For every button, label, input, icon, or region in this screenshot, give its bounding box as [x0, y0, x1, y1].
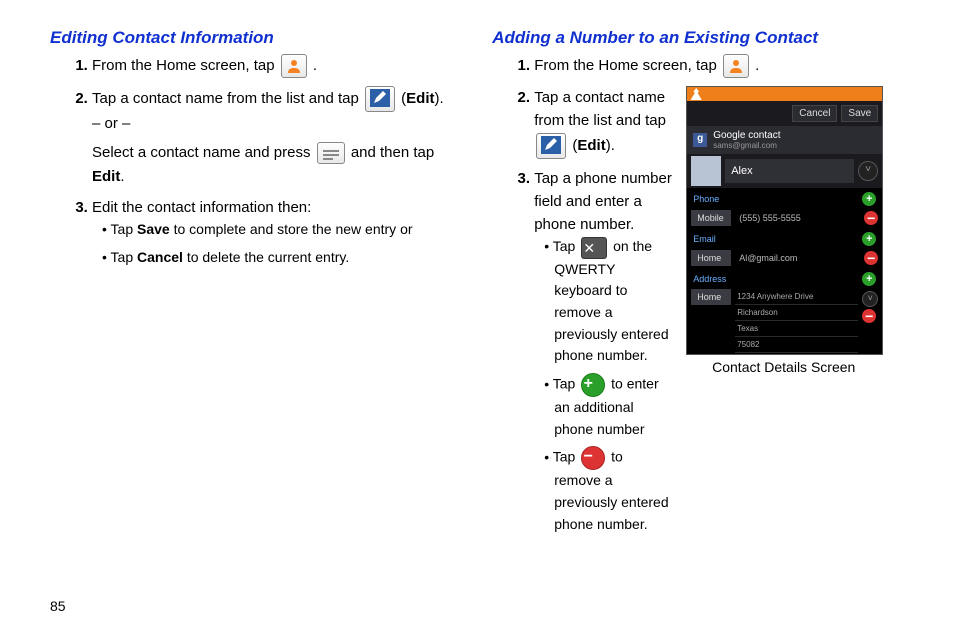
google-contact-row: g Google contact sams@gmail.com: [687, 126, 882, 154]
remove-email-icon[interactable]: −: [864, 251, 878, 265]
name-field[interactable]: Alex: [725, 159, 854, 183]
text: Tap: [111, 249, 137, 265]
google-contact-title: Google contact: [713, 130, 780, 141]
address-line-3[interactable]: Texas: [735, 321, 858, 337]
remove-phone-icon[interactable]: −: [864, 211, 878, 225]
text: on the QWERTY keyboard to remove a previ…: [554, 238, 668, 363]
bullet-save: Tap Save to complete and store the new e…: [102, 219, 452, 241]
left-step-3: Edit the contact information then: Tap S…: [92, 196, 452, 269]
heading-editing: Editing Contact Information: [50, 28, 452, 48]
email-type-button[interactable]: Home: [691, 250, 731, 266]
section-adding-number: Adding a Number to an Existing Contact F…: [492, 28, 904, 543]
text: to delete the current entry.: [183, 249, 349, 265]
text: Tap: [553, 449, 579, 465]
page-number: 85: [50, 598, 66, 614]
text: From the Home screen, tap: [92, 57, 279, 74]
address-section-label: Address: [693, 274, 726, 284]
address-line-2[interactable]: Richardson: [735, 305, 858, 321]
add-address-icon[interactable]: +: [862, 272, 876, 286]
text: Edit the contact information then:: [92, 199, 311, 216]
edit-label: Edit: [577, 137, 605, 154]
section-editing-contact: Editing Contact Information From the Hom…: [50, 28, 452, 543]
email-field[interactable]: Al@gmail.com: [735, 250, 860, 266]
plus-icon: +: [581, 373, 605, 397]
edit-label: Edit: [406, 90, 434, 107]
contacts-icon: [723, 54, 749, 78]
phone-save-button[interactable]: Save: [841, 105, 878, 122]
bullet-backspace: Tap ✕ on the QWERTY keyboard to remove a…: [544, 236, 672, 367]
contacts-icon: [281, 54, 307, 78]
text: Tap a contact name from the list and tap: [534, 89, 666, 129]
phone-screenshot: Cancel Save g Google contact sams@gmail.…: [686, 86, 881, 543]
text: .: [313, 57, 317, 74]
text: Tap a phone number field and enter a pho…: [534, 170, 672, 234]
edit-label: Edit: [92, 168, 120, 185]
address-line-1[interactable]: 1234 Anywhere Drive: [735, 289, 858, 305]
left-step-2: Tap a contact name from the list and tap…: [92, 86, 452, 188]
text: ).: [606, 137, 615, 154]
heading-adding: Adding a Number to an Existing Contact: [492, 28, 904, 48]
address-type-button[interactable]: Home: [691, 289, 731, 305]
text: and then tap: [351, 144, 434, 161]
email-section-label: Email: [693, 234, 716, 244]
phone-cancel-button[interactable]: Cancel: [792, 105, 837, 122]
bullet-plus: Tap + to enter an additional phone numbe…: [544, 373, 672, 440]
text: Select a contact name and press: [92, 144, 315, 161]
text: Tap: [553, 238, 579, 254]
google-contact-email: sams@gmail.com: [713, 141, 780, 150]
text: From the Home screen, tap: [534, 57, 721, 74]
avatar[interactable]: [691, 156, 721, 186]
phone-topbar: [687, 87, 882, 101]
menu-icon: [317, 142, 345, 164]
backspace-icon: ✕: [581, 237, 607, 259]
phone-caption: Contact Details Screen: [686, 359, 881, 375]
edit-pencil-icon: [536, 133, 566, 159]
right-step-2: Tap a contact name from the list and tap…: [534, 86, 672, 159]
phone-type-button[interactable]: Mobile: [691, 210, 731, 226]
text: Tap: [553, 376, 579, 392]
minus-icon: −: [581, 446, 605, 470]
text: Tap a contact name from the list and tap: [92, 90, 363, 107]
right-step-3: Tap a phone number field and enter a pho…: [534, 167, 672, 536]
add-phone-icon[interactable]: +: [862, 192, 876, 206]
remove-address-icon[interactable]: −: [862, 309, 876, 323]
text: .: [755, 57, 759, 74]
edit-pencil-icon: [365, 86, 395, 112]
text: to complete and store the new entry or: [170, 221, 413, 237]
right-step-1: From the Home screen, tap .: [534, 54, 904, 78]
add-email-icon[interactable]: +: [862, 232, 876, 246]
save-label: Save: [137, 221, 170, 237]
address-expand-icon[interactable]: ˅: [862, 291, 878, 307]
phone-section-label: Phone: [693, 194, 719, 204]
address-line-4[interactable]: 75082: [735, 337, 858, 353]
person-icon: [689, 88, 703, 100]
cancel-label: Cancel: [137, 249, 183, 265]
google-icon: g: [693, 133, 707, 147]
phone-number-field[interactable]: (555) 555-5555: [735, 210, 860, 226]
text: Tap: [111, 221, 137, 237]
bullet-cancel: Tap Cancel to delete the current entry.: [102, 247, 452, 269]
bullet-minus: Tap − to remove a previously entered pho…: [544, 446, 672, 535]
expand-name-icon[interactable]: ˅: [858, 161, 878, 181]
text: .: [120, 168, 124, 185]
left-step-1: From the Home screen, tap .: [92, 54, 452, 78]
